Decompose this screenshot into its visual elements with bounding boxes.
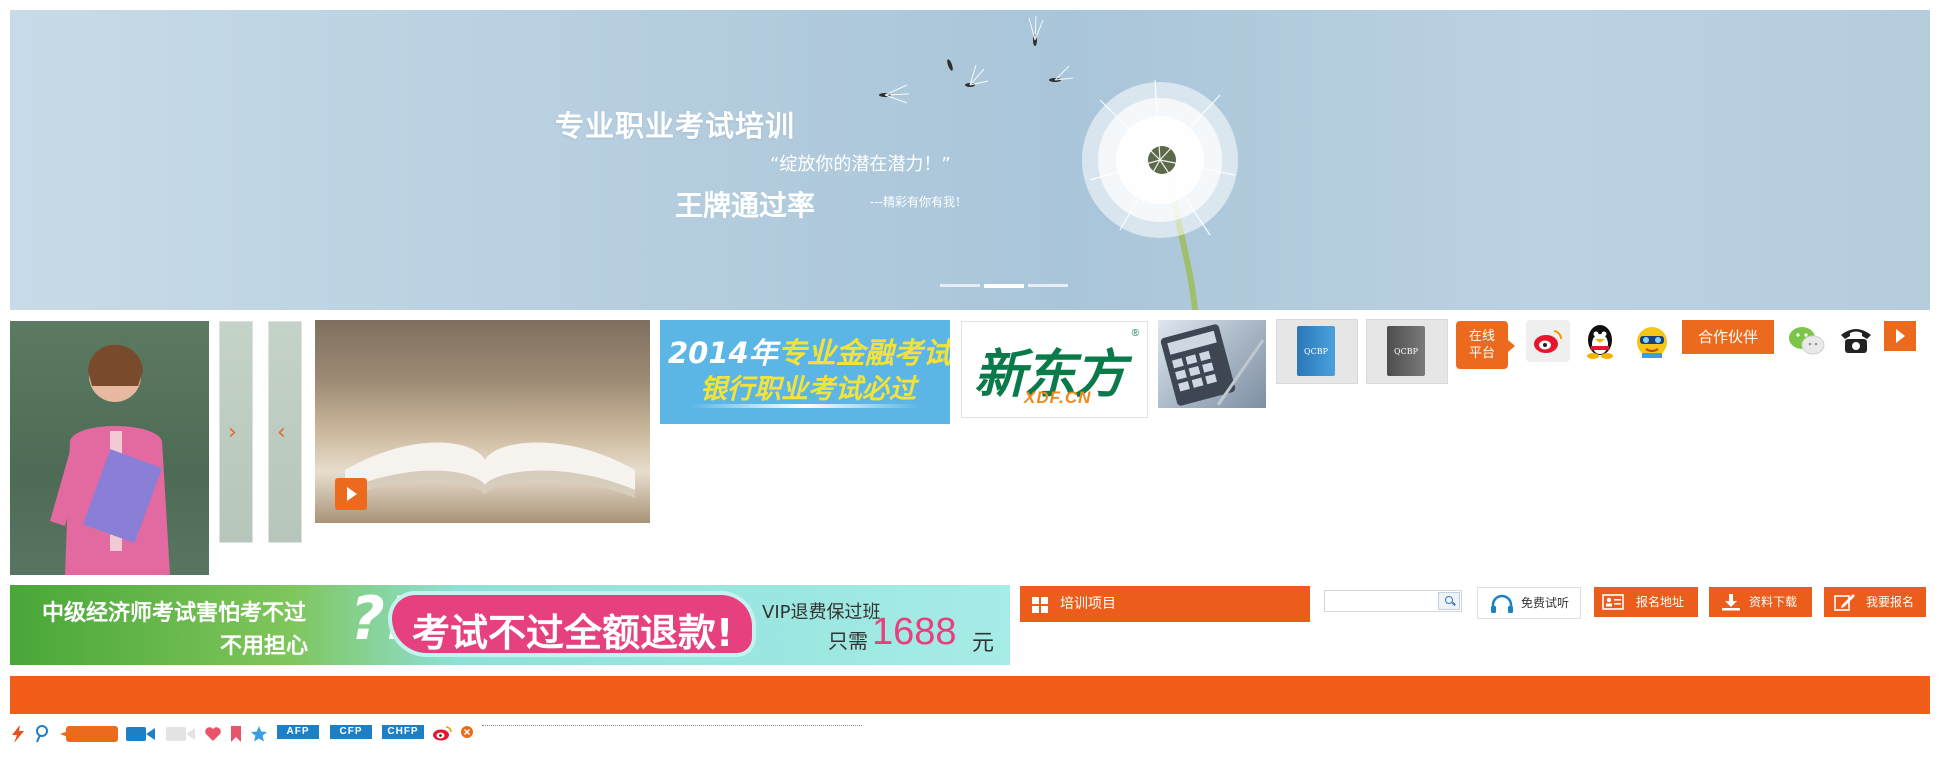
wechat-icon	[1789, 327, 1825, 355]
tag-cfp[interactable]: CFP	[330, 725, 372, 739]
dandelion-illustration	[879, 15, 1238, 310]
finance-ad-line2: 银行职业考试必过	[700, 374, 916, 405]
free-trial-label: 免费试听	[1521, 596, 1570, 610]
bookmark-icon[interactable]	[230, 725, 242, 743]
partners-button[interactable]: 合作伙伴	[1682, 320, 1774, 354]
finance-ad-underline	[690, 404, 920, 408]
chevron-right-icon: ›	[228, 420, 237, 445]
tag-afp[interactable]: AFP	[277, 725, 319, 739]
phone-button[interactable]	[1834, 320, 1878, 362]
qq-space-button[interactable]	[1630, 320, 1674, 362]
promo-price: 1688	[872, 611, 957, 653]
slider-dots	[940, 284, 1068, 288]
chevron-left-icon: ‹	[277, 420, 286, 445]
search-box	[1324, 590, 1462, 612]
signup-address-label: 报名地址	[1636, 595, 1685, 609]
hero-pass-rate: 王牌通过率	[675, 189, 816, 222]
qcbp-label: QCBP	[1304, 346, 1328, 356]
video-camera-icon[interactable]	[126, 725, 156, 743]
hero-title: 专业职业考试培训	[555, 109, 796, 143]
training-projects-label: 培训项目	[1060, 596, 1116, 612]
registered-mark: ®	[1131, 328, 1139, 339]
finance-ad-year: 2014年	[668, 336, 778, 370]
qcbp-book-blue[interactable]: QCBP	[1276, 319, 1358, 384]
promo-vip-label: VIP退费保过班	[762, 602, 881, 623]
search-input[interactable]	[1325, 591, 1437, 611]
heart-icon[interactable]	[204, 725, 222, 743]
slider-dot-3[interactable]	[1028, 284, 1068, 287]
promo-banner[interactable]: 中级经济师考试害怕考不过 不用担心 ?! 考试不过全额退款! VIP退费保过班 …	[10, 585, 1010, 665]
pin-icon[interactable]	[34, 725, 50, 743]
wechat-button[interactable]	[1785, 320, 1829, 362]
calculator-photo[interactable]	[1158, 320, 1266, 408]
download-materials-button[interactable]: 资料下载	[1709, 587, 1812, 617]
lightning-icon[interactable]	[10, 725, 26, 743]
qcbp-label: QCBP	[1394, 346, 1418, 356]
page: 专业职业考试培训 “绽放你的潜在潜力！” 王牌通过率 ---精彩有你有我！ › …	[0, 0, 1940, 759]
download-icon	[1722, 594, 1740, 611]
camera-grey-icon[interactable]	[166, 725, 196, 743]
search-icon[interactable]	[1438, 592, 1460, 610]
free-trial-button[interactable]: 免费试听	[1477, 587, 1581, 619]
qq-space-icon	[1637, 327, 1667, 358]
book-cover-blue: QCBP	[1297, 326, 1335, 376]
weibo-small-icon[interactable]	[432, 725, 452, 741]
qq-penguin-icon	[1587, 325, 1613, 359]
promo-left-text2: 不用担心	[220, 634, 309, 659]
online-platform-button[interactable]: 在线 平台	[1456, 321, 1515, 369]
promo-left-text1: 中级经济师考试害怕考不过	[42, 601, 307, 626]
teacher-photo[interactable]	[10, 321, 209, 575]
open-book-photo[interactable]	[315, 320, 650, 523]
slider-dot-1[interactable]	[940, 284, 980, 287]
dotted-separator	[482, 725, 862, 726]
tag-chfp[interactable]: CHFP	[382, 725, 424, 739]
finance-exam-ad[interactable]: 2014年专业金融考试 银行职业考试必过	[660, 320, 950, 424]
finance-ad-title: 专业金融考试	[777, 336, 950, 370]
telephone-icon	[1841, 329, 1871, 353]
headphones-icon	[1491, 594, 1513, 613]
hero-banner[interactable]: 专业职业考试培训 “绽放你的潜在潜力！” 王牌通过率 ---精彩有你有我！	[10, 10, 1930, 310]
xdf-logo[interactable]: 新东方 XDF.CN ®	[961, 321, 1148, 418]
grid-icon	[1032, 597, 1048, 613]
register-label: 我要报名	[1866, 595, 1915, 609]
next-arrow-button[interactable]	[1884, 321, 1916, 351]
weibo-icon	[1534, 330, 1563, 353]
xdf-logo-en: XDF.CN	[1024, 388, 1092, 407]
orange-divider-bar	[10, 676, 1930, 714]
id-card-icon	[1602, 594, 1624, 610]
promo-refund-text: 考试不过全额退款!	[412, 611, 734, 655]
slider-dot-2[interactable]	[984, 284, 1024, 288]
signup-address-button[interactable]: 报名地址	[1594, 587, 1698, 617]
orange-tag-icon[interactable]	[60, 725, 118, 743]
training-projects-button[interactable]: 培训项目	[1020, 586, 1310, 622]
star-icon[interactable]	[250, 725, 268, 743]
qcbp-book-grey[interactable]: QCBP	[1366, 319, 1448, 384]
qq-button[interactable]	[1578, 320, 1622, 362]
teacher-figure	[50, 344, 170, 575]
play-video-button[interactable]	[335, 478, 367, 510]
register-button[interactable]: 我要报名	[1824, 587, 1926, 617]
download-materials-label: 资料下载	[1749, 595, 1798, 609]
weibo-button[interactable]	[1526, 320, 1570, 362]
edit-icon	[1834, 594, 1855, 611]
promo-refund-badge: 考试不过全额退款!	[392, 595, 752, 655]
finance-ad-line1: 2014年专业金融考试	[668, 330, 950, 372]
promo-price-unit: 元	[972, 631, 995, 656]
promo-price-prefix: 只需	[828, 629, 868, 653]
carousel-next-strip[interactable]: ‹	[268, 321, 302, 543]
carousel-prev-strip[interactable]: ›	[219, 321, 253, 543]
book-cover-grey: QCBP	[1387, 326, 1425, 376]
calculator-illustration	[1160, 324, 1265, 406]
close-circle-icon[interactable]	[460, 725, 474, 739]
